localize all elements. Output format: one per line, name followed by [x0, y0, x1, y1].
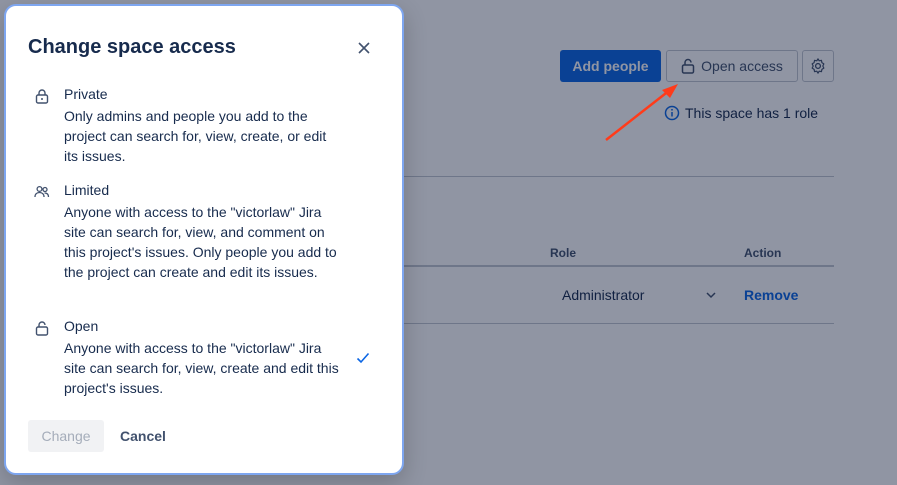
unlock-icon [35, 321, 49, 336]
option-open-description: Anyone with access to the "victorlaw" Ji… [64, 340, 339, 396]
option-private[interactable]: Private Only admins and people you add t… [34, 86, 354, 166]
people-icon [34, 185, 50, 198]
change-access-dialog: Change space access Private Only admins … [4, 4, 404, 475]
close-button[interactable] [354, 38, 374, 58]
change-button[interactable]: Change [28, 420, 104, 452]
option-open-name: Open [64, 318, 99, 334]
annotation-arrow-icon [605, 84, 678, 141]
option-limited[interactable]: Limited Anyone with access to the "victo… [34, 182, 354, 302]
option-private-description: Only admins and people you add to the pr… [64, 108, 327, 164]
close-icon [358, 42, 370, 54]
lock-icon [35, 89, 49, 104]
check-icon [356, 352, 370, 364]
dialog-title: Change space access [28, 36, 236, 58]
option-limited-description: Anyone with access to the "victorlaw" Ji… [64, 204, 337, 280]
cancel-button[interactable]: Cancel [110, 420, 176, 452]
option-limited-name: Limited [64, 182, 110, 198]
option-open[interactable]: Open Anyone with access to the "victorla… [34, 318, 384, 398]
option-private-name: Private [64, 86, 108, 102]
